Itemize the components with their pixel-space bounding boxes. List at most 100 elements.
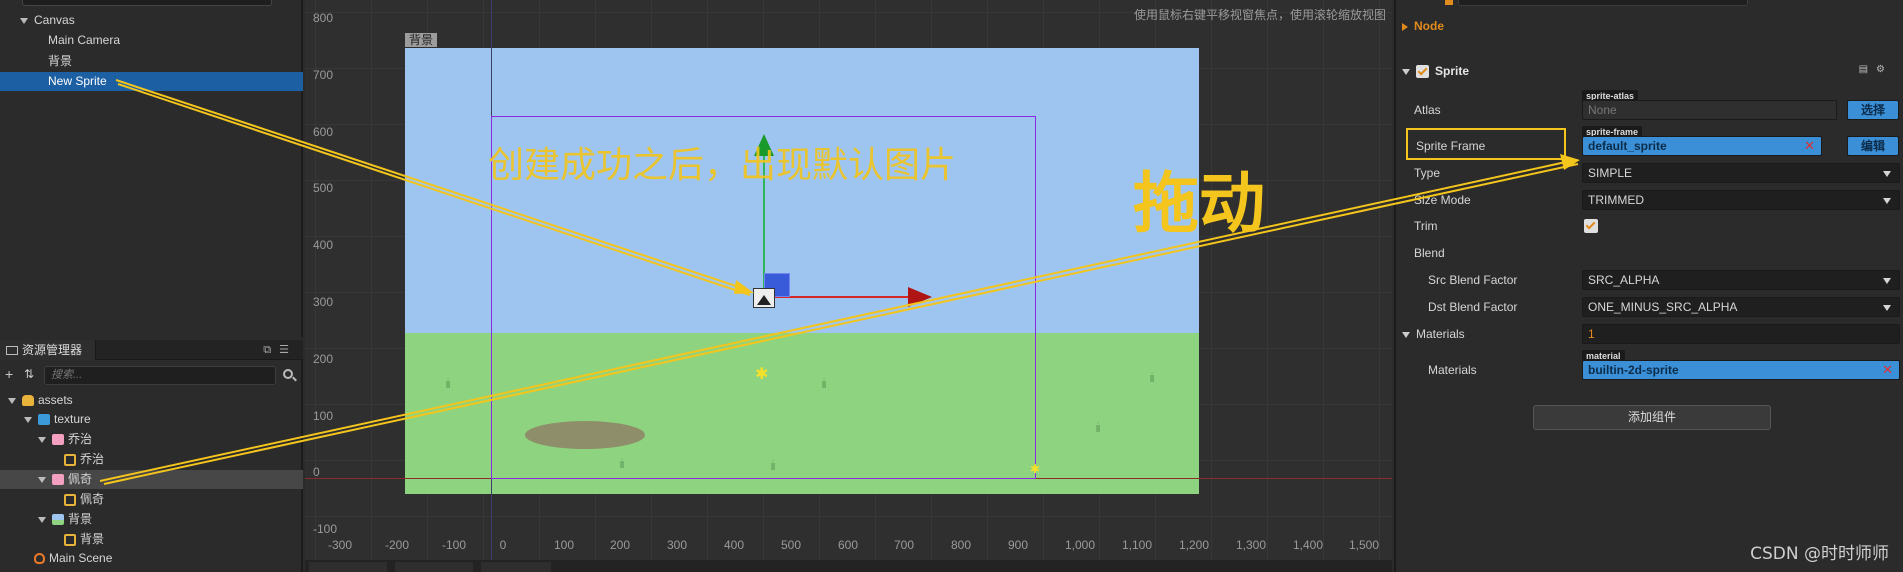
expand-arrow-icon[interactable] <box>24 416 32 423</box>
x-tick-label: 1,500 <box>1348 538 1380 552</box>
y-tick-label: 700 <box>313 68 334 82</box>
tree-item-canvas[interactable]: Canvas <box>0 11 303 30</box>
grass-tuft: ıiı <box>1095 420 1101 435</box>
asset-item-texture[interactable]: texture <box>0 410 303 429</box>
expand-arrow-icon[interactable] <box>1402 68 1410 75</box>
asset-item-main-scene[interactable]: Main Scene <box>0 549 303 568</box>
atlas-label: Atlas <box>1414 103 1441 117</box>
sort-icon[interactable]: ⇅ <box>24 366 34 382</box>
component-menu-icons[interactable]: ▤⚙ <box>1859 64 1893 75</box>
clear-icon[interactable]: ✕ <box>1804 139 1815 153</box>
tree-item-new-sprite[interactable]: New Sprite <box>0 72 303 91</box>
assets-search-input[interactable]: 搜索... <box>44 366 276 385</box>
src-blend-select[interactable]: SRC_ALPHA <box>1582 270 1900 290</box>
asset-label: 背景 <box>68 512 93 526</box>
add-asset-icon[interactable]: + <box>5 366 13 382</box>
bottom-tab[interactable] <box>481 562 551 572</box>
tree-item-background[interactable]: 背景 <box>0 52 303 71</box>
sprite-section-header[interactable]: Sprite <box>1402 62 1469 80</box>
atlas-field[interactable]: None <box>1582 100 1837 120</box>
x-tick-label: 1,100 <box>1121 538 1153 552</box>
default-sprite-image[interactable] <box>753 288 775 308</box>
node-section-header[interactable]: Node <box>1402 17 1444 35</box>
asset-item-background[interactable]: 背景 <box>0 510 303 529</box>
scene-hint: 使用鼠标右键平移视窗焦点，使用滚轮缩放视图 <box>1133 8 1386 22</box>
expand-arrow-icon[interactable] <box>8 397 16 404</box>
materials-item-label: Materials <box>1428 363 1477 377</box>
tab-assets[interactable]: 资源管理器 <box>0 340 96 360</box>
sprite-frame-icon <box>64 493 76 506</box>
x-tick-label: 700 <box>893 538 915 552</box>
scene-icon <box>34 553 45 565</box>
asset-item-background-frame[interactable]: 背景 <box>0 530 303 549</box>
asset-item-assets[interactable]: assets <box>0 391 303 410</box>
dst-blend-select[interactable]: ONE_MINUS_SRC_ALPHA <box>1582 297 1900 317</box>
section-title: Sprite <box>1435 64 1470 78</box>
x-tick-label: 1,000 <box>1064 538 1096 552</box>
expand-arrow-icon[interactable] <box>38 436 46 443</box>
edit-sprite-button[interactable]: 编辑 <box>1847 136 1899 156</box>
y-tick-label: 0 <box>313 465 320 479</box>
y-tick-label: 500 <box>313 181 334 195</box>
x-tick-label: 800 <box>950 538 972 552</box>
x-tick-label: -200 <box>384 538 410 552</box>
materials-count-input[interactable]: 1 <box>1582 324 1900 344</box>
assets-panel: 资源管理器 ⧉☰ + ⇅ 搜索... assets texture 乔治 乔治 … <box>0 340 303 572</box>
node-name-input[interactable] <box>1445 0 1748 6</box>
type-label: Type <box>1414 166 1441 180</box>
add-component-button[interactable]: 添加组件 <box>1533 405 1771 430</box>
x-tick-label: 200 <box>609 538 631 552</box>
section-title: Node <box>1414 19 1444 33</box>
expand-arrow-icon[interactable] <box>1402 331 1410 338</box>
frame-corner-icon: ✱ <box>1030 462 1041 476</box>
sprite-frame-icon <box>64 533 76 546</box>
sprite-frame-field[interactable]: default_sprite ✕ <box>1582 136 1822 156</box>
hierarchy-search-bar[interactable] <box>22 0 272 6</box>
scene-view[interactable]: 使用鼠标右键平移视窗焦点，使用滚轮缩放视图 背景 ✱ ıiı ıiı ıiı ı… <box>305 0 1392 572</box>
character-image-icon <box>52 474 64 486</box>
annotation-created-text: 创建成功之后，出现默认图片 <box>488 145 957 186</box>
search-icon[interactable] <box>283 369 293 379</box>
src-blend-label: Src Blend Factor <box>1428 273 1518 287</box>
asset-item-peppa-frame[interactable]: 佩奇 <box>0 490 303 509</box>
assets-tab-bar: 资源管理器 ⧉☰ <box>0 340 303 360</box>
sprite-frame-label: Sprite Frame <box>1406 128 1566 160</box>
y-tick-label: 200 <box>313 352 334 366</box>
panel-menu-icons[interactable]: ⧉☰ <box>263 343 297 357</box>
move-gizmo-x-arrow-icon[interactable] <box>908 287 932 307</box>
expand-arrow-icon[interactable] <box>20 17 28 24</box>
material-field[interactable]: builtin-2d-sprite ✕ <box>1582 360 1900 380</box>
clear-icon[interactable]: ✕ <box>1882 363 1893 377</box>
collapse-arrow-icon[interactable] <box>1402 22 1408 31</box>
x-tick-label: 900 <box>1007 538 1029 552</box>
expand-arrow-icon[interactable] <box>38 476 46 483</box>
folder-icon <box>38 414 50 426</box>
select-atlas-button[interactable]: 选择 <box>1847 100 1899 120</box>
annotation-drag-text: 拖动 <box>1133 165 1265 242</box>
size-mode-label: Size Mode <box>1414 193 1471 207</box>
tree-item-main-camera[interactable]: Main Camera <box>0 31 303 50</box>
x-tick-label: 600 <box>837 538 859 552</box>
expand-arrow-icon[interactable] <box>38 516 46 523</box>
asset-label: 佩奇 <box>68 472 93 486</box>
tree-item-label: New Sprite <box>48 74 107 88</box>
asset-label: Main Scene <box>49 551 113 565</box>
materials-header[interactable]: Materials <box>1402 325 1465 343</box>
x-tick-label: 1,300 <box>1235 538 1267 552</box>
trim-checkbox[interactable] <box>1584 219 1598 233</box>
inspector-panel: Node Sprite ▤⚙ sprite-atlas Atlas None 选… <box>1394 0 1903 572</box>
tab-label: 资源管理器 <box>22 343 83 357</box>
asset-item-george-frame[interactable]: 乔治 <box>0 450 303 469</box>
sprite-enabled-checkbox[interactable] <box>1416 65 1429 79</box>
type-select[interactable]: SIMPLE <box>1582 163 1900 183</box>
background-image-icon <box>52 514 64 526</box>
size-mode-select[interactable]: TRIMMED <box>1582 190 1900 210</box>
x-tick-label: -100 <box>441 538 467 552</box>
dst-blend-label: Dst Blend Factor <box>1428 300 1518 314</box>
bottom-tab[interactable] <box>309 562 387 572</box>
material-value: builtin-2d-sprite <box>1588 363 1679 377</box>
asset-item-peppa[interactable]: 佩奇 <box>0 470 303 489</box>
asset-item-george[interactable]: 乔治 <box>0 430 303 449</box>
bottom-tab[interactable] <box>395 562 473 572</box>
blend-label: Blend <box>1414 246 1445 260</box>
